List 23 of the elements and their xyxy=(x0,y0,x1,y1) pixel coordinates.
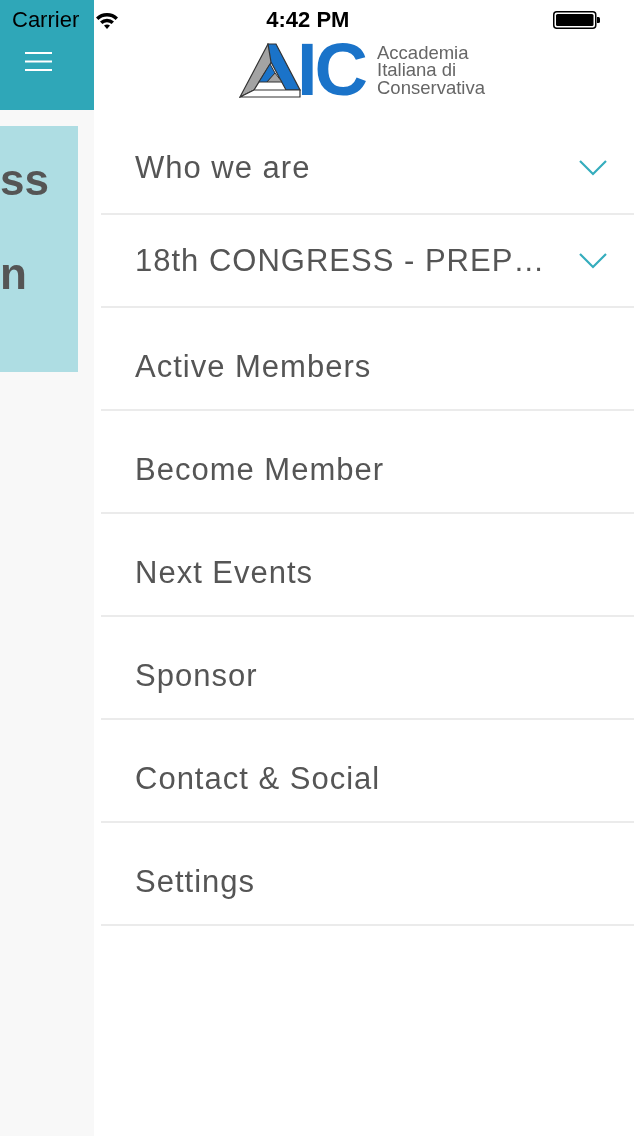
chevron-down-icon xyxy=(579,252,607,269)
menu-item[interactable]: Active Members xyxy=(101,308,634,411)
wifi-icon xyxy=(95,11,120,29)
menu-item[interactable]: Sponsor xyxy=(101,617,634,720)
triangle-logo-icon xyxy=(239,42,301,98)
battery-icon xyxy=(553,11,601,29)
menu-item[interactable]: Contact & Social xyxy=(101,720,634,823)
menu-item[interactable]: Who we are xyxy=(101,122,634,215)
menu-button[interactable] xyxy=(25,52,52,71)
banner-text: n xyxy=(0,250,27,298)
logo-name-text: Accademia xyxy=(377,43,470,62)
menu-item[interactable]: Next Events xyxy=(101,514,634,617)
menu-item[interactable]: 18th CONGRESS - PREP… xyxy=(101,215,634,308)
carrier-label: Carrier xyxy=(12,7,80,33)
status-time: 4:42 PM xyxy=(266,7,350,33)
logo-name-text: Italiana di xyxy=(377,61,458,79)
logo-name-text: Conservativa xyxy=(377,78,485,97)
logo-letters: IC xyxy=(297,42,365,98)
banner-text: ss xyxy=(0,156,49,204)
menu-item[interactable]: Settings xyxy=(101,823,634,926)
menu-item[interactable]: Become Member xyxy=(101,411,634,514)
menu-icon xyxy=(25,52,52,71)
chevron-down-icon xyxy=(579,159,607,176)
